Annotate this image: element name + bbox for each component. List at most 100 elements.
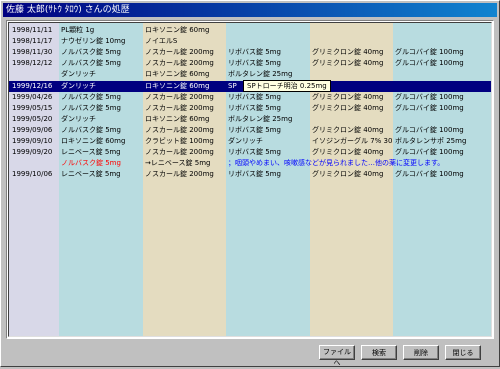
row-drug-4 [312,69,393,80]
history-list-inner: 1998/11/11 PL顆粒 1g ロキソニン錠 60mg 1998/11/17 ナウ… [8,22,492,337]
row-drug-3: リボバス錠 5mg [228,125,281,134]
row-drug-1: ナウゼリン錠 10mg [61,37,126,46]
history-row[interactable]: ノルバスク錠 5mg →レニベース錠 5mg ；咽頭やめまい、咳嗽感などが見られまし… [9,158,491,169]
row-date: 1998/11/30 [12,48,53,57]
row-drug-5 [395,36,491,47]
row-drug-2: ノスカール錠 200mg [145,170,214,179]
row-drug-3: ボルタレン錠 25mg [228,70,293,79]
history-row[interactable]: 1999/05/20 ダンリッチ ロキソニン錠 60mg ボルタレン錠 25mg [9,114,491,125]
row-drug-3 [228,25,310,36]
history-row[interactable]: ダンリッチ ロキソニン錠 60mg ボルタレン錠 25mg [9,69,491,80]
row-drug-1: ノルバスク錠 5mg [61,92,121,101]
row-drug-2: ノスカール錠 200mg [145,59,214,68]
row-date: 1999/05/20 [12,114,53,123]
row-date: 1999/09/06 [12,125,53,134]
history-row[interactable]: 1999/09/20 レニベース錠 5mg ノスカール錠 200mg リボバス錠 5m… [9,147,491,158]
row-drug-4: グリミクロン錠 40mg [312,148,384,157]
row-drug-1: ダンリッチ [61,81,96,90]
delete-button[interactable]: 削除 [403,345,439,360]
row-drug-4: グリミクロン錠 40mg [312,92,384,101]
history-row[interactable]: 1998/11/30 ノルバスク錠 5mg ノスカール錠 200mg リボバス錠 5m… [9,47,491,58]
row-drug-1: ノルバスク錠 5mg [61,59,121,68]
row-drug-5: グルコバイ錠 100mg [395,48,464,57]
row-drug-3: ボルタレン錠 25mg [228,114,293,123]
row-drug-1: ノルバスク錠 5mg [61,48,121,57]
row-drug-4: グリミクロン錠 40mg [312,125,384,134]
row-drug-5 [395,69,491,80]
window-title: 佐藤 太郎(ｻﾄｳ ﾀﾛｳ) さんの処歴 [3,3,497,17]
row-drug-2: ノイエルS [145,37,178,46]
row-drug-5: グルコバイ錠 100mg [395,92,464,101]
row-drug-1: ノルバスク錠 5mg [61,159,121,168]
row-drug-1: レニベース錠 5mg [61,170,121,179]
row-drug-3: リボバス錠 5mg [228,59,281,68]
search-button[interactable]: 検索 [361,345,397,360]
row-drug-2: ノスカール錠 200mg [145,148,214,157]
row-date: 1999/05/15 [12,103,53,112]
history-row[interactable]: 1998/12/12 ノルバスク錠 5mg ノスカール錠 200mg リボバス錠 5m… [9,58,491,69]
row-date: 1999/09/10 [12,137,53,145]
row-drug-4 [312,114,393,125]
row-drug-3: リボバス錠 5mg [228,48,281,57]
history-list[interactable]: 1998/11/11 PL顆粒 1g ロキソニン錠 60mg 1998/11/17 ナウ… [6,20,494,339]
row-drug-1: PL顆粒 1g [61,26,95,34]
row-drug-5: グルコバイ錠 100mg [395,170,464,179]
row-date: 1998/12/12 [12,59,53,68]
history-row[interactable]: 1999/05/15 ノルバスク錠 5mg ノスカール錠 200mg リボバス錠 5m… [9,103,491,114]
row-drug-2: ロキソニン錠 60mg [145,26,210,34]
row-drug-5: グルコバイ錠 100mg [395,103,464,112]
row-drug-4: グリミクロン錠 40mg [312,170,384,179]
row-date: 1999/10/06 [12,170,53,179]
row-drug-5: ボルタレンサポ 25mg [395,137,467,145]
row-drug-3 [228,36,310,47]
file-button[interactable]: ファイルへ [319,345,355,367]
row-drug-2: ロキソニン錠 60mg [145,114,210,123]
row-drug-3: リボバス錠 5mg [228,92,281,101]
row-drug-4: グリミクロン錠 40mg [312,59,384,68]
history-window: 佐藤 太郎(ｻﾄｳ ﾀﾛｳ) さんの処歴 1998/11/11 PL顆粒 1g ロキ… [0,0,500,367]
row-drug-2: →レニベース錠 5mg [145,159,211,168]
row-date: 1999/12/16 [12,81,53,90]
history-row[interactable]: 1999/09/06 ノルバスク錠 5mg ノスカール錠 200mg リボバス錠 5m… [9,125,491,136]
row-drug-2: ロキソニン錠 60mg [145,81,210,90]
row-drug-5: グルコバイ錠 100mg [395,148,464,157]
row-drug-1: ロキソニン錠 60mg [61,137,126,145]
row-drug-3: リボバス錠 5mg [228,103,281,112]
history-row[interactable]: 1999/10/06 レニベース錠 5mg ノスカール錠 200mg リボバス錠 5m… [9,169,491,180]
row-drug-5 [395,114,491,125]
row-drug-1: ダンリッチ [61,70,96,79]
row-date: 1999/09/20 [12,148,53,157]
row-drug-4 [312,36,393,47]
row-drug-2: ノスカール錠 200mg [145,48,214,57]
row-drug-4: グリミクロン錠 40mg [312,103,384,112]
row-drug-3: リボバス錠 5mg [228,148,281,157]
row-date: 1998/11/11 [12,26,53,34]
row-date [12,69,59,80]
row-drug-1: ノルバスク錠 5mg [61,103,121,112]
row-drug-4: グリミクロン錠 40mg [312,48,384,57]
row-drug-1: ダンリッチ [61,114,96,123]
history-row[interactable]: 1999/09/10 ロキソニン錠 60mg クラビット錠 100mg ダンリッチ イソ… [9,136,491,147]
row-drug-2: ノスカール錠 200mg [145,92,214,101]
row-date: 1999/04/26 [12,92,53,101]
row-drug-5 [395,81,491,92]
close-button[interactable]: 閉じる [445,345,481,360]
row-drug-1: レニベース錠 5mg [61,148,121,157]
row-drug-2: クラビット錠 100mg [145,137,214,145]
history-row[interactable]: 1998/11/11 PL顆粒 1g ロキソニン錠 60mg [9,25,491,36]
history-row[interactable]: 1998/11/17 ナウゼリン錠 10mg ノイエルS [9,36,491,47]
row-drug-3: ダンリッチ [228,137,263,145]
row-note: ；咽頭やめまい、咳嗽感などが見られました…他の薬に変更します。 [228,159,445,168]
row-drug-5 [395,25,491,36]
row-drug-3: リボバス錠 5mg [228,170,281,179]
row-drug-2: ノスカール錠 200mg [145,125,214,134]
row-drug-2: ノスカール錠 200mg [145,103,214,112]
row-drug-5: グルコバイ錠 100mg [395,125,464,134]
row-drug-1: ノルバスク錠 5mg [61,125,121,134]
row-drug-4 [312,25,393,36]
row-drug-5: グルコバイ錠 100mg [395,59,464,68]
row-date [12,158,59,169]
row-drug-4: イソジンガーグル 7% 30ml [312,137,393,145]
row-date: 1998/11/17 [12,37,53,46]
history-row[interactable]: 1999/04/26 ノルバスク錠 5mg ノスカール錠 200mg リボバス錠 5m… [9,92,491,103]
